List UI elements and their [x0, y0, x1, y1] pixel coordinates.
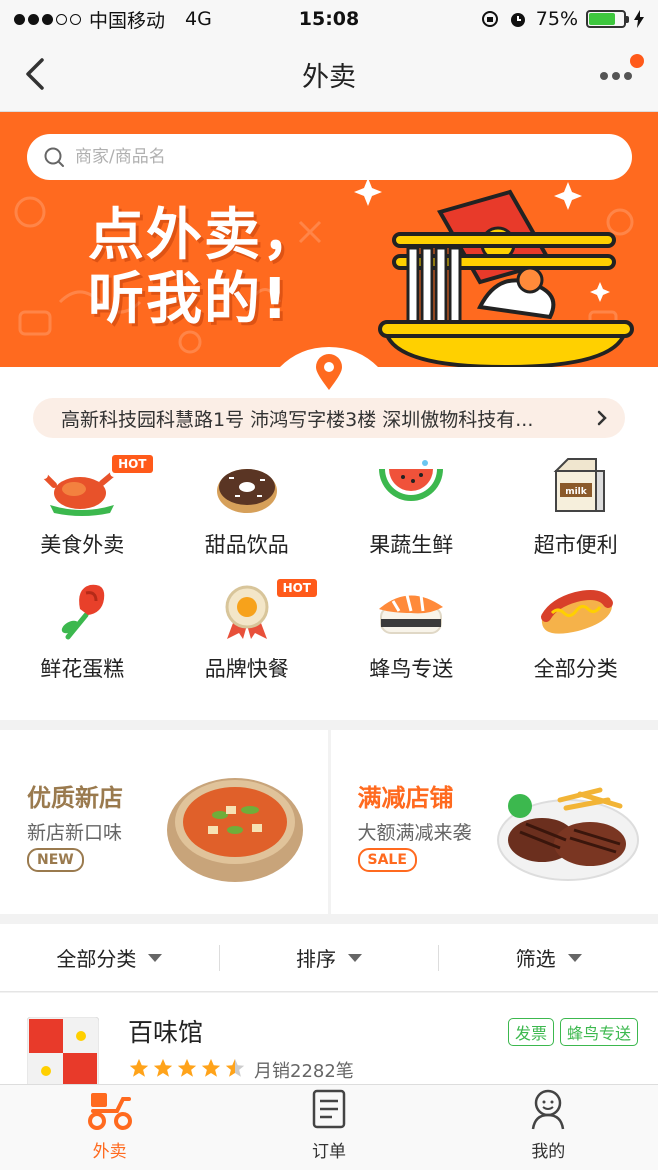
category-fengniao-delivery[interactable]: 蜂鸟专送: [329, 579, 494, 683]
category-label: 美食外卖: [40, 533, 125, 557]
tab-profile[interactable]: 我的: [439, 1085, 658, 1170]
order-list-icon: [312, 1089, 346, 1129]
tab-takeout[interactable]: 外卖: [0, 1085, 219, 1170]
steak-plate-image: [497, 787, 639, 881]
notification-dot: [630, 54, 644, 68]
delivery-address-text: 高新科技园科慧路1号 沛鸿写字楼3楼 深圳傲物科技有...: [61, 408, 534, 431]
location-pin-icon: [316, 354, 342, 390]
status-bar: 中国移动 4G 15:08 75%: [0, 0, 658, 38]
fengniao-tag: 蜂鸟专送: [559, 1018, 638, 1046]
store-name: 百味馆: [128, 1018, 204, 1047]
category-label: 蜂鸟专送: [369, 657, 454, 681]
search-icon: [44, 147, 64, 167]
category-flowers-cakes[interactable]: 鲜花蛋糕: [0, 579, 165, 683]
search-input[interactable]: [75, 147, 595, 167]
category-label: 鲜花蛋糕: [40, 657, 125, 681]
filter-label: 排序: [296, 947, 336, 971]
star-icon: [177, 1058, 197, 1077]
star-icon: [201, 1058, 221, 1077]
nav-bar: 外卖: [0, 38, 658, 112]
user-avatar-icon: [532, 1089, 565, 1130]
category-fresh-produce[interactable]: 果蔬生鲜: [329, 455, 494, 559]
promo-subtitle: 新店新口味: [27, 822, 123, 844]
slogan-line-2: 听我的!: [88, 267, 290, 332]
slogan-line-1: 点外卖，: [88, 203, 320, 268]
filter-category[interactable]: 全部分类: [0, 943, 219, 972]
category-label: 果蔬生鲜: [369, 533, 454, 557]
hot-badge: HOT: [276, 579, 317, 597]
svg-text:milk: milk: [565, 487, 588, 497]
filter-sort[interactable]: 排序: [220, 943, 439, 972]
star-icon: [153, 1058, 173, 1077]
store-logo: [27, 1017, 99, 1089]
promo-title: 满减店铺: [357, 784, 454, 812]
tab-label: 订单: [311, 1142, 346, 1162]
watermelon-icon: [379, 460, 444, 501]
filter-bar: 全部分类 排序 筛选: [0, 924, 658, 992]
promo-new-stores[interactable]: 优质新店 新店新口味 NEW: [0, 730, 328, 914]
dropdown-triangle-icon: [348, 953, 362, 962]
more-button[interactable]: [596, 54, 644, 90]
category-food-delivery[interactable]: HOT 美食外卖: [0, 455, 165, 559]
dropdown-triangle-icon: [148, 953, 163, 962]
charging-icon: [634, 10, 644, 28]
category-supermarket[interactable]: milk 超市便利: [494, 455, 658, 559]
alarm-icon: [510, 13, 525, 27]
tab-label: 我的: [531, 1142, 566, 1162]
orientation-lock-icon: [481, 11, 498, 27]
page-title: 外卖: [302, 62, 356, 93]
sale-badge: SALE: [357, 848, 417, 872]
new-badge: NEW: [27, 848, 84, 872]
promo-title: 优质新店: [27, 784, 123, 812]
promo-subtitle: 大额满减来袭: [357, 822, 472, 844]
bottom-tab-bar: 外卖 订单 我的: [0, 1084, 658, 1170]
delivery-address-bar[interactable]: 高新科技园科慧路1号 沛鸿写字楼3楼 深圳傲物科技有...: [33, 398, 625, 438]
carrier-label: 中国移动: [89, 9, 166, 32]
category-label: 超市便利: [533, 533, 618, 557]
tab-label: 外卖: [92, 1142, 127, 1162]
category-grid: HOT 美食外卖 甜品饮品 果蔬生鲜 milk 超市便利 鲜花蛋糕 HOT 品牌…: [0, 455, 658, 683]
category-label: 全部分类: [533, 657, 618, 681]
battery-percent: 75%: [535, 8, 578, 30]
hot-badge: HOT: [112, 455, 153, 473]
store-list-item[interactable]: 百味馆 发票 蜂鸟专送 月销2282笔: [0, 993, 658, 1093]
network-label: 4G: [185, 8, 212, 30]
rose-icon: [62, 584, 105, 640]
hotdog-icon: [540, 590, 613, 634]
category-brand-fastfood[interactable]: HOT 品牌快餐: [165, 579, 330, 683]
chevron-right-icon: [597, 410, 607, 426]
filter-label: 筛选: [515, 947, 556, 971]
tab-orders[interactable]: 订单: [219, 1085, 438, 1170]
filter-screen[interactable]: 筛选: [439, 943, 658, 972]
monthly-sales: 月销2282笔: [254, 1061, 354, 1082]
promo-discount-stores[interactable]: 满减店铺 大额满减来袭 SALE: [330, 730, 658, 914]
rating-stars: [128, 1057, 246, 1079]
invoice-tag: 发票: [507, 1018, 554, 1046]
battery-icon: [586, 10, 629, 28]
star-icon: [129, 1058, 149, 1077]
signal-strength-icon: [14, 13, 81, 25]
category-dessert-drinks[interactable]: 甜品饮品: [165, 455, 330, 559]
promo-cards: 优质新店 新店新口味 NEW 满减店铺 大额满减来袭 SALE: [0, 730, 658, 914]
dropdown-triangle-icon: [567, 953, 582, 962]
stew-pot-image: [166, 778, 303, 882]
filter-label: 全部分类: [56, 947, 137, 971]
noodle-bowl-illustration: [354, 178, 634, 367]
banner-slogan: 点外卖， 听我的!: [88, 204, 320, 332]
donut-icon: [216, 469, 277, 513]
category-all[interactable]: 全部分类: [494, 579, 658, 683]
star-icon: [225, 1058, 245, 1077]
category-label: 品牌快餐: [204, 657, 289, 681]
category-label: 甜品饮品: [204, 533, 289, 557]
back-arrow-icon[interactable]: [18, 54, 58, 94]
sushi-icon: [379, 594, 444, 634]
milk-box-icon: milk: [553, 458, 605, 512]
store-tags: 发票 蜂鸟专送: [507, 1018, 638, 1046]
promo-banner[interactable]: 点外卖， 听我的!: [0, 112, 658, 367]
scooter-icon: [87, 1093, 132, 1130]
